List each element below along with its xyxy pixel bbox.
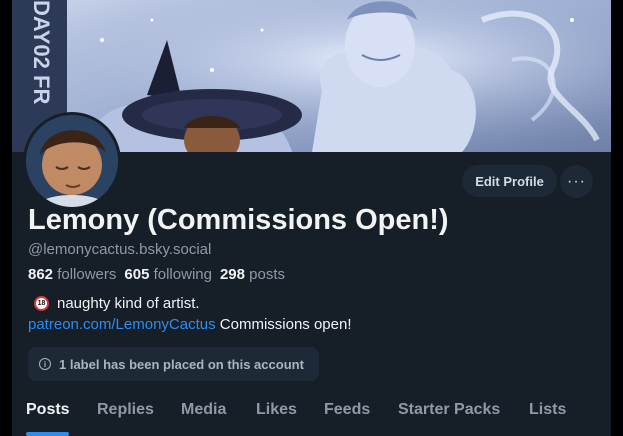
18-plus-icon: 18 xyxy=(34,296,49,311)
bio-text-2: Commissions open! xyxy=(219,316,352,333)
followers-link[interactable]: 862 followers xyxy=(28,266,116,283)
tab-media[interactable]: Media xyxy=(181,401,226,419)
patreon-link[interactable]: patreon.com/LemonyCactus xyxy=(28,316,216,333)
window-frame-left xyxy=(0,0,12,436)
avatar-image xyxy=(26,115,118,207)
tab-lists[interactable]: Lists xyxy=(529,401,566,419)
bio-line-2: patreon.com/LemonyCactus Commissions ope… xyxy=(28,316,352,333)
banner-caption: DAY02 FR xyxy=(29,0,54,104)
info-icon: i xyxy=(39,358,51,370)
following-label: following xyxy=(153,266,212,283)
posts-count: 298 xyxy=(219,266,245,283)
tab-posts[interactable]: Posts xyxy=(26,401,70,419)
profile-tabs: Posts Replies Media Likes Feeds Starter … xyxy=(12,392,611,436)
ellipsis-icon: ··· xyxy=(567,172,586,190)
tab-starter-packs[interactable]: Starter Packs xyxy=(398,401,500,419)
followers-label: followers xyxy=(57,266,117,283)
tab-likes[interactable]: Likes xyxy=(256,401,297,419)
edit-profile-button[interactable]: Edit Profile xyxy=(462,165,557,197)
label-notice[interactable]: i 1 label has been placed on this accoun… xyxy=(28,347,319,381)
profile-page: DAY02 FR Edit Profile ··· Lemony (Commis… xyxy=(12,0,611,436)
followers-count: 862 xyxy=(28,266,54,283)
profile-handle: @lemonycactus.bsky.social xyxy=(28,241,212,258)
tab-replies[interactable]: Replies xyxy=(97,401,154,419)
following-count: 605 xyxy=(124,266,150,283)
active-tab-indicator xyxy=(26,432,69,436)
posts-label: posts xyxy=(249,266,286,283)
bio-line-1: 18 naughty kind of artist. xyxy=(30,295,200,312)
tab-feeds[interactable]: Feeds xyxy=(324,401,370,419)
more-options-button[interactable]: ··· xyxy=(560,165,593,198)
following-link[interactable]: 605 following xyxy=(124,266,212,283)
window-frame-right xyxy=(611,0,623,436)
profile-avatar[interactable] xyxy=(23,112,121,210)
profile-stats: 862 followers 605 following 298 posts xyxy=(28,266,285,283)
profile-display-name: Lemony (Commissions Open!) xyxy=(28,204,449,236)
bio-text-1: naughty kind of artist. xyxy=(57,295,200,312)
label-notice-text: 1 label has been placed on this account xyxy=(59,356,304,372)
